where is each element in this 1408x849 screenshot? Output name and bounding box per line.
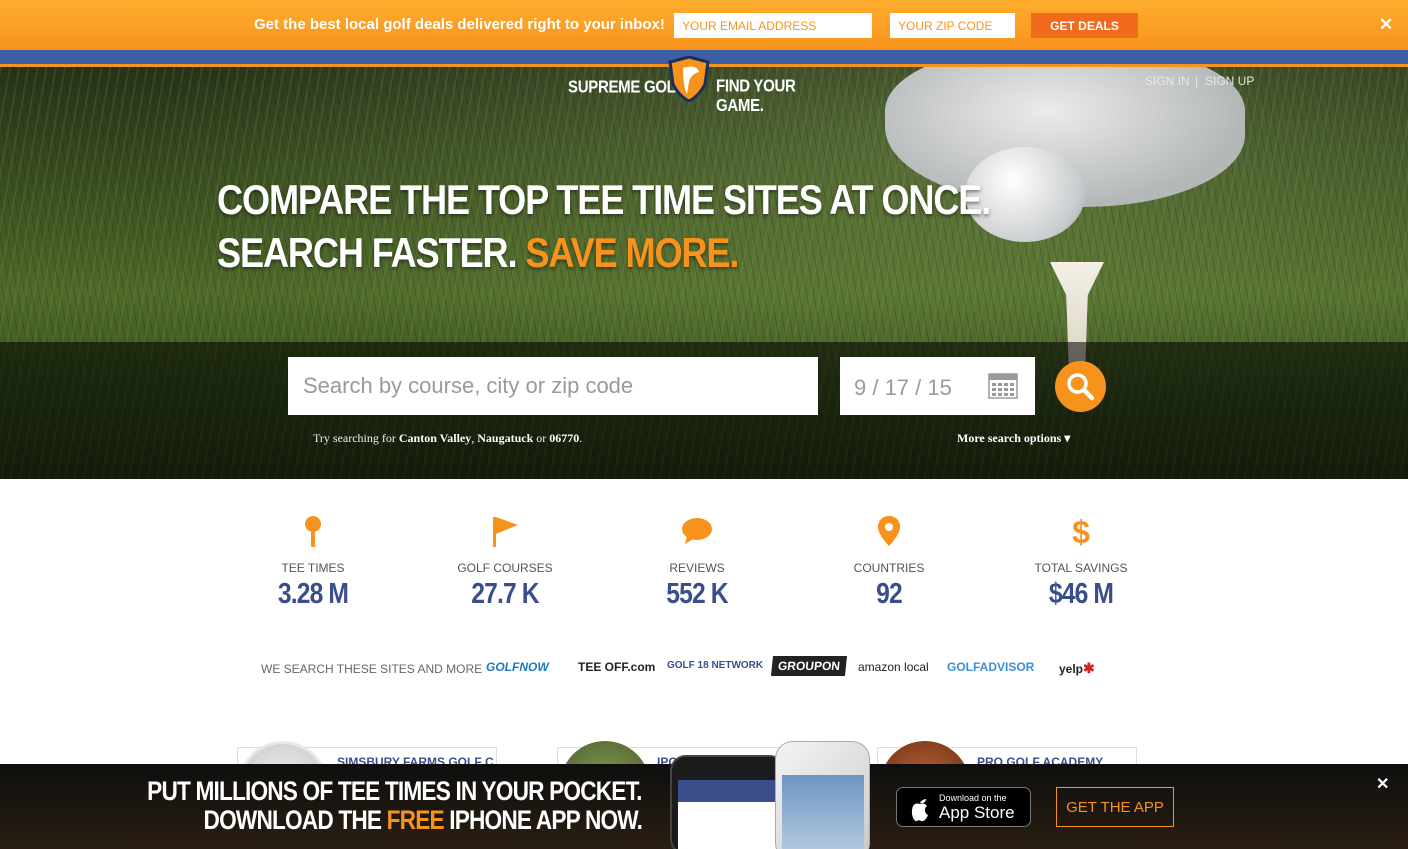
- date-picker[interactable]: 9 / 17 / 15: [840, 357, 1035, 415]
- app-promo-line1: PUT MILLIONS OF TEE TIMES IN YOUR POCKET…: [147, 776, 643, 806]
- yelp-burst-icon: ✱: [1083, 660, 1095, 676]
- app-promo-iphone: IPHONE APP NOW.: [449, 805, 643, 835]
- promo-text: Get the best local golf deals delivered …: [254, 16, 665, 33]
- get-deals-button[interactable]: GET DEALS: [1031, 13, 1138, 38]
- search-input[interactable]: [288, 357, 818, 415]
- teeoff-logo: TEE OFF.com: [578, 660, 656, 674]
- tee-icon: [233, 514, 393, 548]
- app-bar-close-icon[interactable]: ✕: [1376, 774, 1389, 794]
- stat-tee-times: TEE TIMES 3.28 M: [233, 514, 393, 611]
- sites-label: WE SEARCH THESE SITES AND MORE: [261, 662, 483, 676]
- stat-label: GOLF COURSES: [457, 561, 553, 575]
- sign-up-link[interactable]: SIGN UP: [1205, 74, 1254, 88]
- yelp-logo-text: yelp: [1059, 662, 1084, 676]
- map-pin-icon: [809, 514, 969, 548]
- stat-label: COUNTRIES: [853, 561, 925, 575]
- yelp-logo: yelp✱: [1059, 660, 1095, 677]
- headline-line2: SEARCH FASTER. SAVE MORE.: [217, 229, 739, 277]
- flag-icon: [425, 514, 585, 548]
- stat-golf-courses: GOLF COURSES 27.7 K: [425, 514, 585, 611]
- search-icon: [1067, 373, 1095, 401]
- stat-value: 3.28 M: [277, 578, 349, 610]
- suggestion-naugatuck[interactable]: Naugatuck: [477, 431, 533, 445]
- headline-save-more: SAVE MORE.: [525, 229, 739, 276]
- groupon-logo: GROUPON: [770, 656, 848, 676]
- promo-bar: Get the best local golf deals delivered …: [0, 0, 1408, 50]
- dollar-icon: $: [1001, 514, 1161, 548]
- stat-label: REVIEWS: [669, 561, 725, 575]
- calendar-icon[interactable]: [988, 373, 1018, 399]
- app-promo-download: DOWNLOAD THE: [203, 805, 382, 835]
- suggestion-06770[interactable]: 06770: [549, 431, 579, 445]
- golf18-network-logo: GOLF 18 NETWORK: [667, 660, 764, 671]
- app-promo-line2: DOWNLOAD THE FREE IPHONE APP NOW.: [203, 805, 642, 836]
- stat-value: $46 M: [1048, 578, 1114, 610]
- stat-label: TEE TIMES: [281, 561, 345, 575]
- date-value: 9 / 17 / 15: [854, 375, 952, 400]
- svg-text:$: $: [1072, 514, 1090, 548]
- stat-reviews: REVIEWS 552 K: [617, 514, 777, 611]
- stat-value: 92: [876, 578, 903, 610]
- stat-total-savings: $ TOTAL SAVINGS $46 M: [1001, 514, 1161, 611]
- apple-icon: [911, 799, 928, 822]
- appstore-big-text: App Store: [939, 803, 1015, 822]
- search-button[interactable]: [1055, 361, 1106, 412]
- auth-separator: |: [1195, 74, 1199, 88]
- brand-tagline: FIND YOUR GAME.: [716, 76, 796, 116]
- try-prefix: Try searching for: [313, 431, 396, 445]
- promo-zip-input[interactable]: [890, 13, 1015, 38]
- phone-front-screen: [782, 775, 864, 849]
- stat-countries: COUNTRIES 92: [809, 514, 969, 611]
- try-or: or: [536, 431, 547, 445]
- golfnow-logo: GOLFNOW: [486, 660, 549, 674]
- get-the-app-button[interactable]: GET THE APP: [1056, 787, 1174, 827]
- search-suggestions: Try searching for Canton Valley, Naugatu…: [313, 431, 583, 445]
- chat-icon: [617, 514, 777, 548]
- stat-label: TOTAL SAVINGS: [1034, 561, 1128, 575]
- stat-value: 27.7 K: [471, 578, 539, 610]
- headline-line1: COMPARE THE TOP TEE TIME SITES AT ONCE.: [217, 176, 991, 223]
- phone-app-screenshot: [678, 780, 778, 849]
- headline-search-faster: SEARCH FASTER.: [217, 229, 518, 276]
- shield-logo-icon: [668, 56, 710, 102]
- more-search-options-link[interactable]: More search options ▾: [957, 431, 1070, 446]
- app-promo-free: FREE: [386, 805, 445, 835]
- stat-value: 552 K: [666, 578, 728, 610]
- sign-in-link[interactable]: SIGN IN: [1145, 74, 1190, 88]
- appstore-small-text: Download on the: [939, 793, 1007, 803]
- promo-close-icon[interactable]: ✕: [1379, 15, 1393, 35]
- suggestion-canton-valley[interactable]: Canton Valley: [399, 431, 471, 445]
- promo-email-input[interactable]: [674, 13, 872, 38]
- site-logo[interactable]: SUPREME GOLF FIND YOUR GAME.: [566, 52, 828, 116]
- golfadvisor-logo: GOLFADVISOR: [947, 660, 1035, 674]
- amazon-local-logo: amazon local: [858, 660, 929, 674]
- app-store-button[interactable]: Download on the App Store: [896, 787, 1031, 827]
